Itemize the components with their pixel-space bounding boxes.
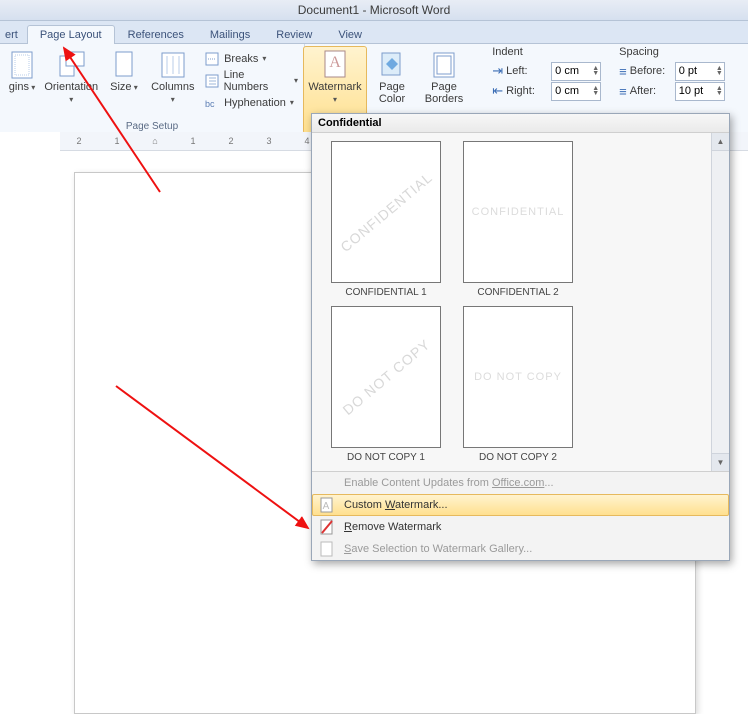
tab-mailings[interactable]: Mailings	[197, 25, 263, 44]
hyphenation-button[interactable]: bc Hyphenation▾	[204, 93, 298, 113]
size-icon	[108, 49, 140, 81]
watermark-option-confidential-2[interactable]: CONFIDENTIAL CONFIDENTIAL 2	[454, 141, 582, 298]
scroll-down-button[interactable]: ▼	[712, 453, 729, 471]
size-button[interactable]: Size ▾	[102, 46, 145, 120]
menu-enable-office-updates: Enable Content Updates from Office.com..…	[312, 472, 729, 494]
gallery-scrollbar[interactable]: ▲ ▼	[711, 133, 729, 471]
breaks-icon	[204, 51, 220, 67]
breaks-button[interactable]: Breaks▾	[204, 49, 298, 69]
watermark-option-confidential-1[interactable]: CONFIDENTIAL CONFIDENTIAL 1	[322, 141, 450, 298]
line-numbers-icon	[204, 73, 220, 89]
tab-page-layout[interactable]: Page Layout	[27, 25, 115, 44]
spacing-after-spinner[interactable]: 10 pt▲▼	[675, 82, 725, 101]
orientation-button[interactable]: Orientation ▾	[40, 46, 102, 120]
group-page-setup: gins ▾ Orientation ▾ Size ▾ Columns ▾	[0, 44, 305, 134]
save-gallery-icon	[318, 541, 336, 557]
tab-review[interactable]: Review	[263, 25, 325, 44]
tab-view[interactable]: View	[325, 25, 375, 44]
spacing-before-label: Before:	[630, 65, 672, 77]
indent-right-icon: ⇤	[492, 83, 503, 99]
menu-save-to-gallery: Save Selection to Watermark Gallery...	[312, 538, 729, 560]
menu-remove-watermark[interactable]: Remove Watermark	[312, 516, 729, 538]
window-title: Document1 - Microsoft Word	[298, 3, 451, 17]
tab-references[interactable]: References	[115, 25, 197, 44]
watermark-option-do-not-copy-1[interactable]: DO NOT COPY DO NOT COPY 1	[322, 306, 450, 463]
hyphenation-icon: bc	[204, 95, 220, 111]
line-numbers-button[interactable]: Line Numbers▾	[204, 71, 298, 91]
indent-heading: Indent	[492, 46, 601, 58]
page-color-icon	[376, 49, 408, 81]
indent-right-spinner[interactable]: 0 cm▲▼	[551, 82, 601, 101]
scroll-up-button[interactable]: ▲	[712, 133, 729, 151]
menu-custom-watermark[interactable]: A Custom Watermark...	[312, 494, 729, 516]
spacing-heading: Spacing	[619, 46, 725, 58]
indent-right-label: Right:	[506, 85, 548, 97]
orientation-icon	[55, 49, 87, 81]
watermark-icon: A	[319, 49, 351, 81]
indent-left-icon: ⇥	[492, 63, 503, 79]
spacing-before-icon: ≡	[619, 64, 627, 79]
page-borders-icon	[428, 49, 460, 81]
indent-left-label: Left:	[506, 65, 548, 77]
office-icon	[318, 475, 336, 491]
svg-text:bc: bc	[205, 99, 215, 109]
columns-button[interactable]: Columns ▾	[145, 46, 200, 120]
title-bar: Document1 - Microsoft Word	[0, 0, 748, 21]
columns-icon	[157, 49, 189, 81]
indent-left-spinner[interactable]: 0 cm▲▼	[551, 62, 601, 81]
margins-icon	[6, 49, 38, 81]
custom-watermark-icon: A	[318, 497, 336, 513]
margins-button[interactable]: gins ▾	[4, 46, 40, 120]
spacing-before-spinner[interactable]: 0 pt▲▼	[675, 62, 725, 81]
watermark-gallery: Confidential CONFIDENTIAL CONFIDENTIAL 1…	[311, 113, 730, 561]
svg-text:A: A	[329, 54, 341, 71]
spacing-after-icon: ≡	[619, 84, 627, 99]
watermark-option-do-not-copy-2[interactable]: DO NOT COPY DO NOT COPY 2	[454, 306, 582, 463]
remove-watermark-icon	[318, 519, 336, 535]
svg-text:A: A	[323, 501, 330, 512]
spacing-after-label: After:	[630, 85, 672, 97]
gallery-section-header: Confidential	[312, 114, 729, 133]
ribbon-tabs: ert Page Layout References Mailings Revi…	[0, 21, 748, 44]
tab-insert-partial[interactable]: ert	[0, 25, 27, 44]
